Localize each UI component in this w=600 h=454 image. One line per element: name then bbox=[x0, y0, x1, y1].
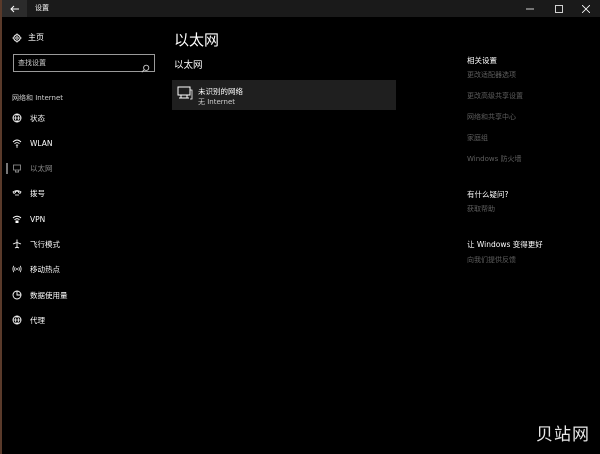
title-bar: 设置 bbox=[2, 0, 600, 17]
close-icon bbox=[582, 4, 590, 13]
nav-item-hotspot[interactable]: 移动热点 bbox=[12, 262, 60, 276]
dialup-icon bbox=[12, 190, 22, 196]
link-adapter-options[interactable]: 更改适配器选项 bbox=[467, 70, 516, 80]
nav-item-label: VPN bbox=[30, 214, 46, 224]
nav-item-dialup[interactable]: 拨号 bbox=[12, 186, 45, 200]
minimize-button[interactable] bbox=[516, 0, 544, 17]
nav-item-label: 飞行模式 bbox=[30, 239, 60, 249]
nav-item-status[interactable]: 状态 bbox=[12, 111, 45, 125]
link-get-help[interactable]: 获取帮助 bbox=[467, 204, 495, 214]
network-status: 无 Internet bbox=[198, 98, 236, 106]
back-button[interactable] bbox=[2, 0, 27, 17]
nav-item-wlan[interactable]: WLAN bbox=[12, 136, 53, 150]
nav-item-label: 拨号 bbox=[30, 188, 45, 198]
airplane-icon bbox=[12, 239, 22, 249]
section-title: 以太网 bbox=[174, 60, 203, 71]
link-windows-firewall[interactable]: Windows 防火墙 bbox=[467, 154, 521, 164]
nav-item-airplane[interactable]: 飞行模式 bbox=[12, 237, 60, 251]
nav-home-label: 主页 bbox=[28, 33, 44, 42]
help-header: 有什么疑问? bbox=[467, 190, 509, 199]
nav-home[interactable]: 主页 bbox=[12, 32, 44, 43]
home-gear-icon bbox=[12, 33, 22, 42]
link-give-feedback[interactable]: 向我们提供反馈 bbox=[467, 255, 516, 265]
watermark: 贝站网 bbox=[536, 425, 590, 445]
back-arrow-icon bbox=[9, 5, 19, 12]
nav-item-data-usage[interactable]: 数据使用量 bbox=[12, 288, 68, 302]
proxy-globe-icon bbox=[12, 315, 22, 325]
data-usage-icon bbox=[12, 290, 22, 300]
nav-item-label: WLAN bbox=[30, 138, 53, 148]
network-computer-icon bbox=[177, 86, 193, 100]
nav-item-label: 代理 bbox=[30, 315, 45, 325]
window-title: 设置 bbox=[35, 4, 49, 12]
maximize-icon bbox=[555, 4, 563, 13]
selection-indicator bbox=[6, 163, 8, 174]
page-title: 以太网 bbox=[174, 31, 220, 49]
hotspot-icon bbox=[12, 265, 22, 273]
search-input[interactable] bbox=[18, 57, 136, 69]
network-card[interactable]: 未识别的网络 无 Internet bbox=[172, 80, 396, 110]
nav-section-label: 网络和 Internet bbox=[12, 94, 64, 102]
related-settings-header: 相关设置 bbox=[467, 56, 497, 65]
close-button[interactable] bbox=[572, 0, 600, 17]
nav-item-label: 状态 bbox=[30, 113, 45, 123]
network-name: 未识别的网络 bbox=[198, 87, 243, 96]
nav-item-label: 以太网 bbox=[30, 163, 53, 173]
nav-item-label: 数据使用量 bbox=[30, 290, 68, 300]
minimize-icon bbox=[526, 8, 534, 9]
ethernet-icon bbox=[13, 164, 21, 173]
settings-window: 设置 主页 网络和 Internet bbox=[0, 0, 600, 454]
link-homegroup[interactable]: 家庭组 bbox=[467, 133, 488, 143]
search-button[interactable] bbox=[141, 58, 150, 77]
wifi-icon bbox=[12, 139, 22, 148]
maximize-button[interactable] bbox=[545, 0, 573, 17]
link-network-sharing-center[interactable]: 网络和共享中心 bbox=[467, 112, 516, 122]
vpn-icon bbox=[12, 215, 22, 223]
nav-item-ethernet[interactable]: 以太网 bbox=[12, 161, 53, 175]
feedback-header: 让 Windows 变得更好 bbox=[467, 240, 543, 249]
status-globe-icon bbox=[12, 113, 22, 123]
nav-item-proxy[interactable]: 代理 bbox=[12, 313, 45, 327]
nav-item-label: 移动热点 bbox=[30, 264, 60, 274]
search-box[interactable] bbox=[13, 54, 155, 73]
link-advanced-sharing[interactable]: 更改高级共享设置 bbox=[467, 91, 523, 101]
nav-item-vpn[interactable]: VPN bbox=[12, 212, 45, 226]
search-icon bbox=[141, 64, 150, 73]
